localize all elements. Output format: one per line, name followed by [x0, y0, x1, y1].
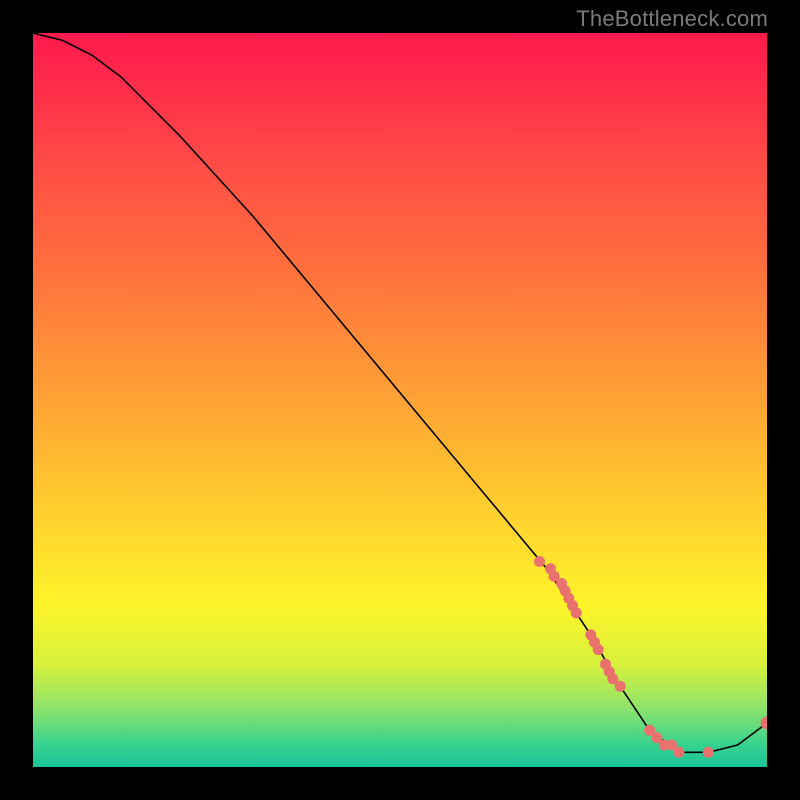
watermark-label: TheBottleneck.com — [576, 6, 768, 32]
chart-stage: TheBottleneck.com — [0, 0, 800, 800]
curve-endpoint-marker — [33, 33, 767, 767]
bottleneck-curve — [33, 33, 767, 767]
plot-area — [33, 33, 767, 767]
gpu-option-points — [33, 33, 767, 767]
